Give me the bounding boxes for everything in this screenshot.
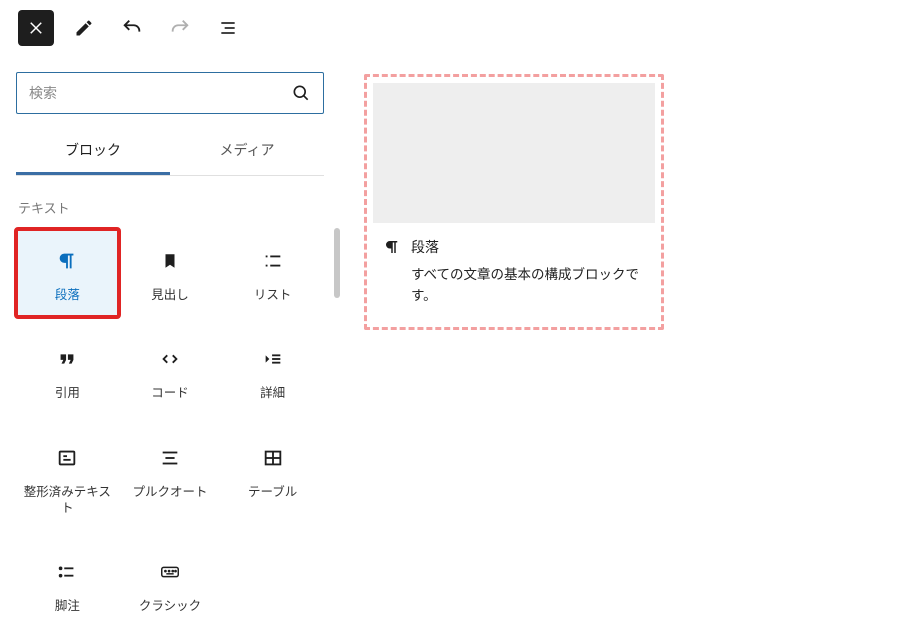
search-input[interactable] xyxy=(29,85,291,101)
undo-button[interactable] xyxy=(114,10,150,46)
preformatted-icon xyxy=(56,444,78,472)
block-preformatted[interactable]: 整形済みテキスト xyxy=(16,426,119,531)
pullquote-icon xyxy=(159,444,181,472)
bookmark-icon xyxy=(161,247,179,275)
preview-area: 段落 すべての文章の基本の構成ブロックです。 xyxy=(340,56,900,629)
list-icon xyxy=(262,247,284,275)
block-label: 段落 xyxy=(55,287,80,303)
block-label: コード xyxy=(151,385,189,401)
pencil-icon xyxy=(74,18,94,38)
inserter-tabs: ブロック メディア xyxy=(16,128,324,176)
block-quote[interactable]: 引用 xyxy=(16,327,119,415)
block-table[interactable]: テーブル xyxy=(221,426,324,531)
block-inserter-panel: ブロック メディア テキスト 段落 見出し リスト xyxy=(0,56,340,629)
block-label: クラシック xyxy=(139,598,201,614)
block-classic[interactable]: クラシック xyxy=(119,540,222,628)
section-text-heading: テキスト xyxy=(18,198,324,217)
block-list[interactable]: リスト xyxy=(221,229,324,317)
block-footnote[interactable]: 脚注 xyxy=(16,540,119,628)
close-button[interactable] xyxy=(18,10,54,46)
preview-meta: 段落 すべての文章の基本の構成ブロックです。 xyxy=(367,223,661,327)
quote-icon xyxy=(56,345,78,373)
paragraph-icon xyxy=(56,247,78,275)
search-icon xyxy=(291,83,311,103)
edit-button[interactable] xyxy=(66,10,102,46)
redo-button[interactable] xyxy=(162,10,198,46)
preview-card: 段落 すべての文章の基本の構成ブロックです。 xyxy=(364,74,664,330)
outline-icon xyxy=(218,18,238,38)
block-code[interactable]: コード xyxy=(119,327,222,415)
redo-icon xyxy=(169,17,191,39)
block-pullquote[interactable]: プルクオート xyxy=(119,426,222,531)
block-label: 詳細 xyxy=(260,385,285,401)
search-field-wrap[interactable] xyxy=(16,72,324,114)
block-label: 脚注 xyxy=(55,598,80,614)
tab-blocks[interactable]: ブロック xyxy=(16,128,170,175)
table-icon xyxy=(262,444,284,472)
top-toolbar xyxy=(0,0,900,56)
preview-description: すべての文章の基本の構成ブロックです。 xyxy=(411,265,645,307)
tab-media[interactable]: メディア xyxy=(170,128,324,175)
keyboard-icon xyxy=(158,558,182,586)
block-label: 整形済みテキスト xyxy=(22,484,113,517)
paragraph-icon xyxy=(383,238,401,256)
block-label: プルクオート xyxy=(132,484,207,500)
details-icon xyxy=(262,345,284,373)
preview-thumbnail xyxy=(373,83,655,223)
preview-text: 段落 すべての文章の基本の構成ブロックです。 xyxy=(411,237,645,307)
block-grid: 段落 見出し リスト 引用 xyxy=(16,229,324,628)
block-label: 見出し xyxy=(151,287,189,303)
outline-button[interactable] xyxy=(210,10,246,46)
block-details[interactable]: 詳細 xyxy=(221,327,324,415)
block-label: テーブル xyxy=(248,484,297,500)
block-label: リスト xyxy=(254,287,292,303)
block-label: 引用 xyxy=(55,385,80,401)
block-paragraph[interactable]: 段落 xyxy=(16,229,119,317)
close-icon xyxy=(27,19,45,37)
undo-icon xyxy=(121,17,143,39)
block-heading[interactable]: 見出し xyxy=(119,229,222,317)
code-icon xyxy=(159,345,181,373)
main-area: ブロック メディア テキスト 段落 見出し リスト xyxy=(0,56,900,629)
footnote-icon xyxy=(56,558,78,586)
preview-title: 段落 xyxy=(411,237,645,259)
